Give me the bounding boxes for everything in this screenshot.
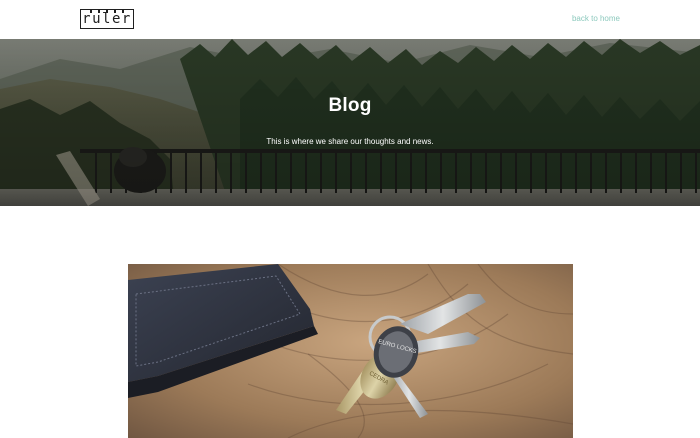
- ruler-tick-marks: [81, 9, 133, 13]
- forest-landscape-image: [0, 39, 700, 206]
- back-to-home-link[interactable]: back to home: [572, 14, 620, 23]
- hero-banner: Blog This is where we share our thoughts…: [0, 39, 700, 206]
- top-navigation: ruler back to home: [0, 0, 700, 39]
- page-title: Blog: [328, 95, 372, 116]
- wallet-and-keys-image: EURO LOCKS CEDRA: [128, 264, 573, 438]
- ruler-logo[interactable]: ruler: [80, 9, 134, 29]
- page-subtitle: This is where we share our thoughts and …: [266, 137, 434, 146]
- page: ruler back to home Blog This is where we…: [0, 0, 700, 438]
- blog-post-featured-image[interactable]: EURO LOCKS CEDRA: [128, 264, 573, 438]
- logo-text: ruler: [82, 11, 132, 27]
